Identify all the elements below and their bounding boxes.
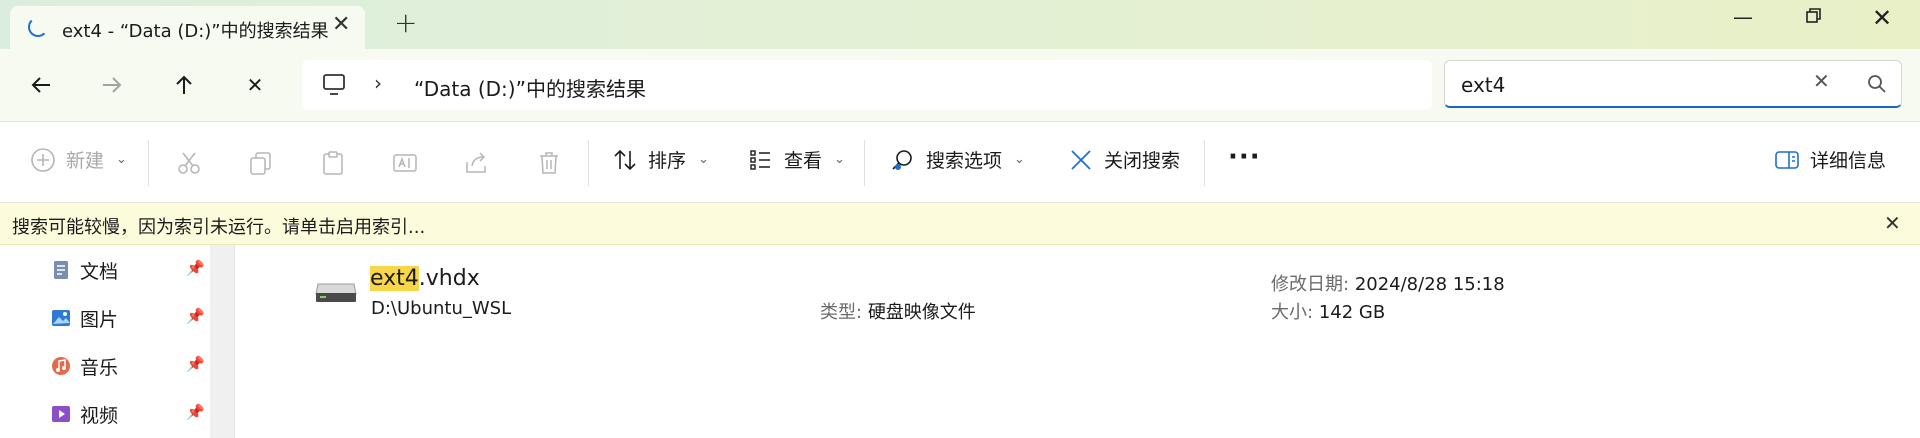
sidebar-item-videos[interactable]: 视频 📌 [50,399,210,429]
title-bar: ext4 - “Data (D:)”中的搜索结果 ✕ + — ✕ [0,0,1920,49]
address-bar[interactable]: › “Data (D:)”中的搜索结果 [302,60,1432,110]
result-path: D:\Ubuntu_WSL [371,298,512,319]
new-label: 新建 [66,150,105,172]
pictures-icon [52,310,70,326]
close-window-button[interactable]: ✕ [1872,4,1892,32]
cut-icon[interactable] [176,150,202,176]
date-value: 2024/8/28 15:18 [1354,274,1505,295]
navigation-pane-scrollbar[interactable] [210,245,235,438]
paste-icon[interactable] [320,150,346,176]
type-label: 类型: [820,302,863,323]
close-search-button[interactable]: 关闭搜索 [1068,146,1180,173]
details-label: 详细信息 [1810,150,1887,172]
index-warning-bar[interactable]: 搜索可能较慢，因为索引未运行。请单击启用索引... ✕ [0,203,1920,245]
sort-label: 排序 [648,150,687,172]
address-text: “Data (D:)”中的搜索结果 [414,77,646,101]
sidebar-item-documents[interactable]: 文档 📌 [50,255,210,285]
dismiss-warning-icon[interactable]: ✕ [1884,211,1901,235]
result-file-name[interactable]: ext4.vhdx [370,266,480,291]
tab-search-results[interactable]: ext4 - “Data (D:)”中的搜索结果 ✕ [10,6,365,49]
music-icon [52,357,70,375]
sidebar-item-music[interactable]: 音乐 📌 [50,351,210,381]
search-box[interactable]: ext4 ✕ [1444,60,1902,108]
sidebar-item-label: 视频 [80,404,119,427]
chevron-down-icon: ⌄ [116,152,127,167]
stop-button[interactable]: ✕ [235,67,275,103]
sidebar-item-label: 图片 [80,308,119,331]
details-button[interactable]: 详细信息 [1774,146,1886,173]
arrow-left-icon [31,77,50,93]
size-value: 142 GB [1318,302,1386,323]
back-button[interactable] [21,67,61,103]
chevron-down-icon: ⌄ [1014,152,1025,167]
chevron-down-icon: ⌄ [834,152,845,167]
arrow-up-icon [176,75,192,94]
tab-close-icon[interactable]: ✕ [332,14,350,36]
more-options-icon[interactable]: ··· [1228,142,1261,172]
result-type: 类型: 硬盘映像文件 [820,298,976,324]
navigation-pane: 文档 📌 图片 📌 音乐 📌 视频 📌 [0,245,210,438]
pin-icon[interactable]: 📌 [186,307,205,325]
sidebar-item-pictures[interactable]: 图片 📌 [50,303,210,333]
close-search-icon [1071,149,1091,170]
close-search-label: 关闭搜索 [1104,150,1181,172]
divider [1204,140,1205,186]
view-list-icon [750,149,770,170]
search-options-button[interactable]: 搜索选项 ⌄ [890,146,1025,173]
documents-icon [54,261,68,279]
search-options-label: 搜索选项 [926,150,1003,172]
search-icon[interactable] [1867,74,1887,94]
delete-icon[interactable] [536,150,562,176]
new-tab-button[interactable]: + [394,8,417,38]
view-button[interactable]: 查看 ⌄ [748,146,845,173]
search-input[interactable]: ext4 [1461,73,1505,97]
minimize-button[interactable]: — [1733,5,1753,29]
size-label: 大小: [1271,302,1314,323]
copy-icon[interactable] [248,150,274,176]
arrow-right-icon [103,77,122,93]
breadcrumb-chevron-icon[interactable]: › [374,71,382,95]
sidebar-item-label: 音乐 [80,356,119,379]
restore-button[interactable] [1804,6,1824,31]
pin-icon[interactable]: 📌 [186,403,205,421]
details-pane-icon [1775,150,1799,169]
index-warning-text[interactable]: 搜索可能较慢，因为索引未运行。请单击启用索引... [12,213,425,239]
virtual-disk-icon [315,283,357,302]
tab-title: ext4 - “Data (D:)”中的搜索结果 [62,21,329,42]
clear-search-icon[interactable]: ✕ [1813,69,1830,93]
search-options-icon [892,149,912,170]
computer-icon [323,74,345,95]
navigation-bar: ✕ › “Data (D:)”中的搜索结果 ext4 ✕ [0,49,1920,121]
divider [148,140,149,186]
up-button[interactable] [164,67,204,103]
sort-icon [614,149,636,170]
videos-icon [52,406,70,422]
share-icon[interactable] [464,150,490,176]
chevron-down-icon: ⌄ [698,152,709,167]
file-extension: .vhdx [418,266,480,291]
new-button[interactable]: 新建 ⌄ [30,146,127,173]
result-modified-date: 修改日期: 2024/8/28 15:18 [1271,270,1505,296]
pin-icon[interactable]: 📌 [186,355,205,373]
view-label: 查看 [784,150,823,172]
sidebar-item-label: 文档 [80,260,119,283]
sort-button[interactable]: 排序 ⌄ [612,146,709,173]
forward-button[interactable] [92,67,132,103]
result-size: 大小: 142 GB [1271,298,1385,324]
date-label: 修改日期: [1271,274,1350,295]
command-bar: 新建 ⌄ 排序 ⌄ 查看 ⌄ 搜索选项 ⌄ 关闭搜索 ··· 详细信息 [0,121,1920,203]
divider [588,140,589,186]
pin-icon[interactable]: 📌 [186,259,205,277]
plus-circle-icon [31,147,55,172]
divider [864,140,865,186]
rename-icon[interactable] [392,150,418,176]
search-match-highlight: ext4 [370,266,419,291]
loading-spinner-icon [28,17,48,37]
type-value: 硬盘映像文件 [867,302,976,323]
